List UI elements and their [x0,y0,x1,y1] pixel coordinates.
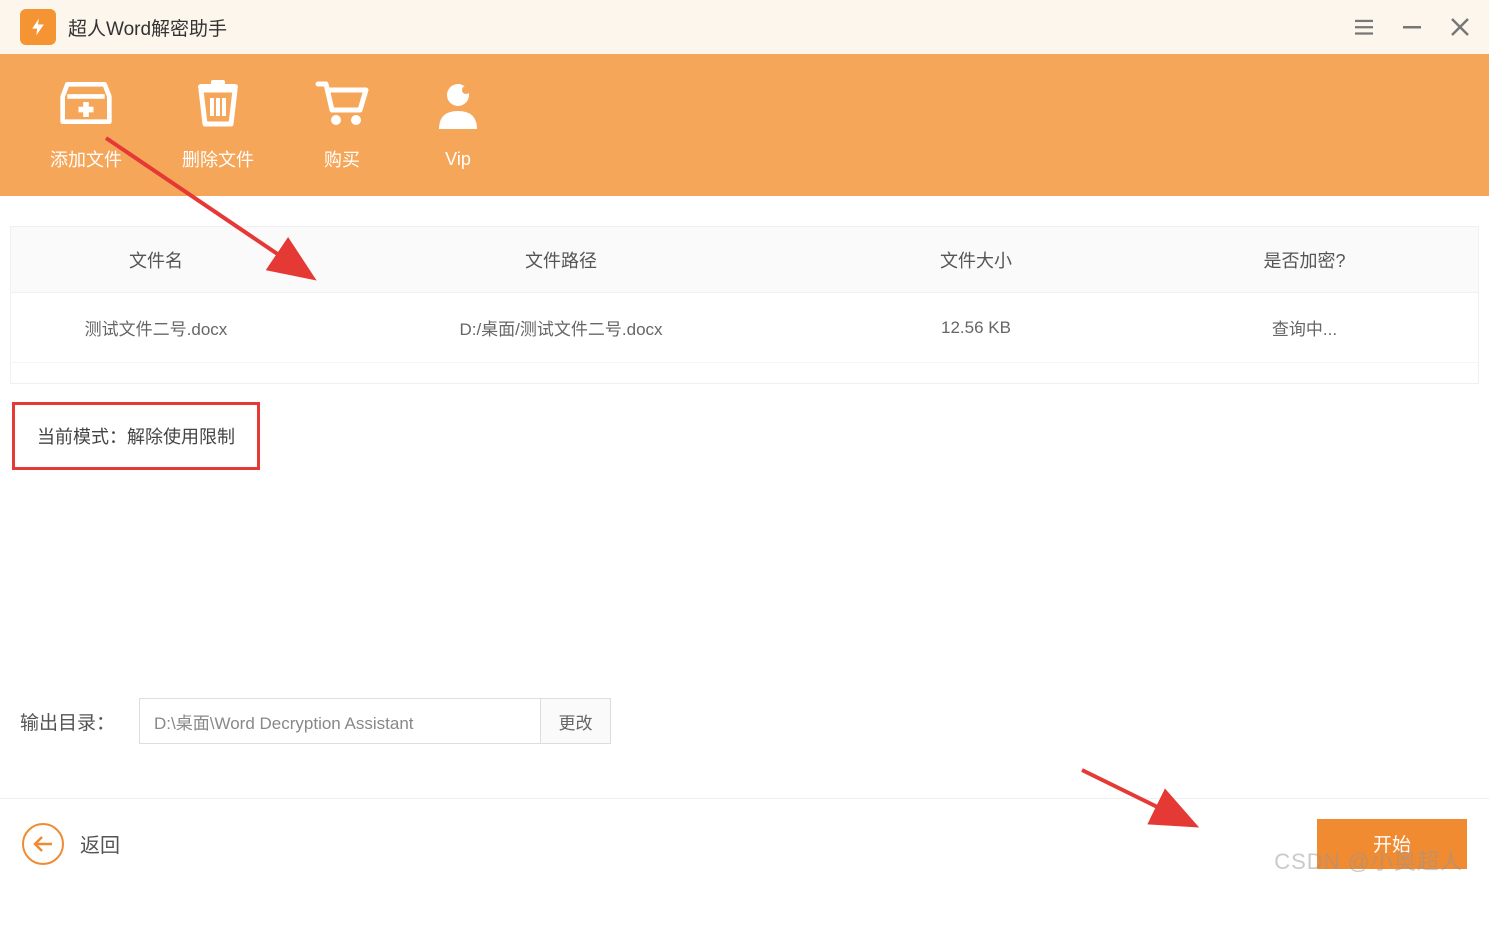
close-icon [1451,18,1469,36]
th-filepath: 文件路径 [301,247,821,273]
titlebar: 超人Word解密助手 [0,0,1489,54]
cell-encrypted: 查询中... [1131,315,1478,340]
th-encrypted: 是否加密? [1131,247,1478,273]
output-group: 更改 [139,698,611,744]
th-filesize: 文件大小 [821,247,1131,273]
add-file-button[interactable]: 添加文件 [50,78,122,172]
app-logo [20,9,56,45]
trash-icon [190,78,246,128]
change-output-button[interactable]: 更改 [540,699,610,743]
buy-label: 购买 [324,146,360,172]
delete-file-label: 删除文件 [182,146,254,172]
back-button[interactable]: 返回 [22,823,120,865]
add-file-label: 添加文件 [50,146,122,172]
cart-icon [314,78,370,128]
minimize-icon [1403,18,1421,36]
back-arrow-icon [22,823,64,865]
table-footer [11,363,1478,383]
cell-filename: 测试文件二号.docx [11,315,301,340]
table-row[interactable]: 测试文件二号.docx D:/桌面/测试文件二号.docx 12.56 KB 查… [11,293,1478,363]
table-header-row: 文件名 文件路径 文件大小 是否加密? [11,227,1478,293]
back-label: 返回 [80,829,120,858]
toolbar: 添加文件 删除文件 购买 [0,54,1489,196]
file-table: 文件名 文件路径 文件大小 是否加密? 测试文件二号.docx D:/桌面/测试… [10,226,1479,384]
cell-filesize: 12.56 KB [821,318,1131,338]
th-filename: 文件名 [11,247,301,273]
output-label: 输出目录： [20,708,115,735]
mode-indicator: 当前模式：解除使用限制 [12,402,260,470]
add-file-icon [58,78,114,128]
titlebar-left: 超人Word解密助手 [20,9,227,45]
output-row: 输出目录： 更改 [20,698,611,744]
vip-button[interactable]: Vip [430,81,486,170]
lightning-icon [28,15,48,39]
bottom-bar: 返回 开始 [0,798,1489,888]
buy-button[interactable]: 购买 [314,78,370,172]
cell-filepath: D:/桌面/测试文件二号.docx [301,315,821,340]
content-area: 文件名 文件路径 文件大小 是否加密? 测试文件二号.docx D:/桌面/测试… [0,196,1489,470]
menu-button[interactable] [1355,18,1373,36]
vip-label: Vip [445,149,471,170]
minimize-button[interactable] [1403,18,1421,36]
app-title: 超人Word解密助手 [68,14,227,41]
user-icon [430,81,486,131]
close-button[interactable] [1451,18,1469,36]
watermark: CSDN @小奥超人 [1274,844,1463,876]
hamburger-icon [1355,19,1373,35]
delete-file-button[interactable]: 删除文件 [182,78,254,172]
window-controls [1355,18,1469,36]
output-path-input[interactable] [140,699,540,743]
